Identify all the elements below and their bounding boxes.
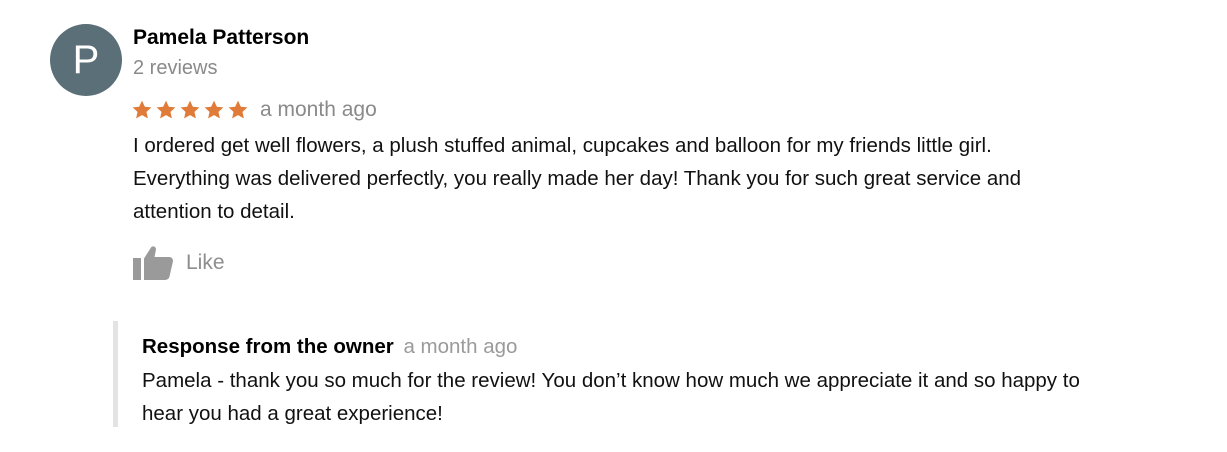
star-icon <box>131 99 153 121</box>
review-text-line: attention to detail. <box>133 200 295 223</box>
rating-row: a month ago <box>131 96 377 124</box>
owner-response-header: Response from the owner a month ago <box>142 335 517 359</box>
review-timestamp: a month ago <box>260 98 377 121</box>
star-icon <box>227 99 249 121</box>
owner-response: Response from the owner a month ago Pame… <box>113 321 1218 427</box>
like-button[interactable]: Like <box>132 245 225 281</box>
star-icon <box>155 99 177 121</box>
owner-response-timestamp: a month ago <box>403 335 518 358</box>
owner-response-text-line: Pamela - thank you so much for the revie… <box>142 369 1080 392</box>
star-icon <box>179 99 201 121</box>
star-rating <box>131 99 251 121</box>
owner-response-title: Response from the owner <box>142 335 394 358</box>
review-count[interactable]: 2 reviews <box>133 57 217 80</box>
review-text: I ordered get well flowers, a plush stuf… <box>133 129 1193 228</box>
avatar[interactable]: P <box>50 24 122 96</box>
like-label[interactable]: Like <box>186 251 225 275</box>
review-text-line: Everything was delivered perfectly, you … <box>133 167 1022 190</box>
review-card: P Pamela Patterson 2 reviews a month ago… <box>0 0 1227 452</box>
thumbs-up-icon[interactable] <box>132 245 176 281</box>
author-name[interactable]: Pamela Patterson <box>133 26 309 50</box>
star-icon <box>203 99 225 121</box>
review-text-line: I ordered get well flowers, a plush stuf… <box>133 134 992 157</box>
owner-response-text-line: hear you had a great experience! <box>142 402 443 425</box>
owner-response-text: Pamela - thank you so much for the revie… <box>142 364 1222 430</box>
